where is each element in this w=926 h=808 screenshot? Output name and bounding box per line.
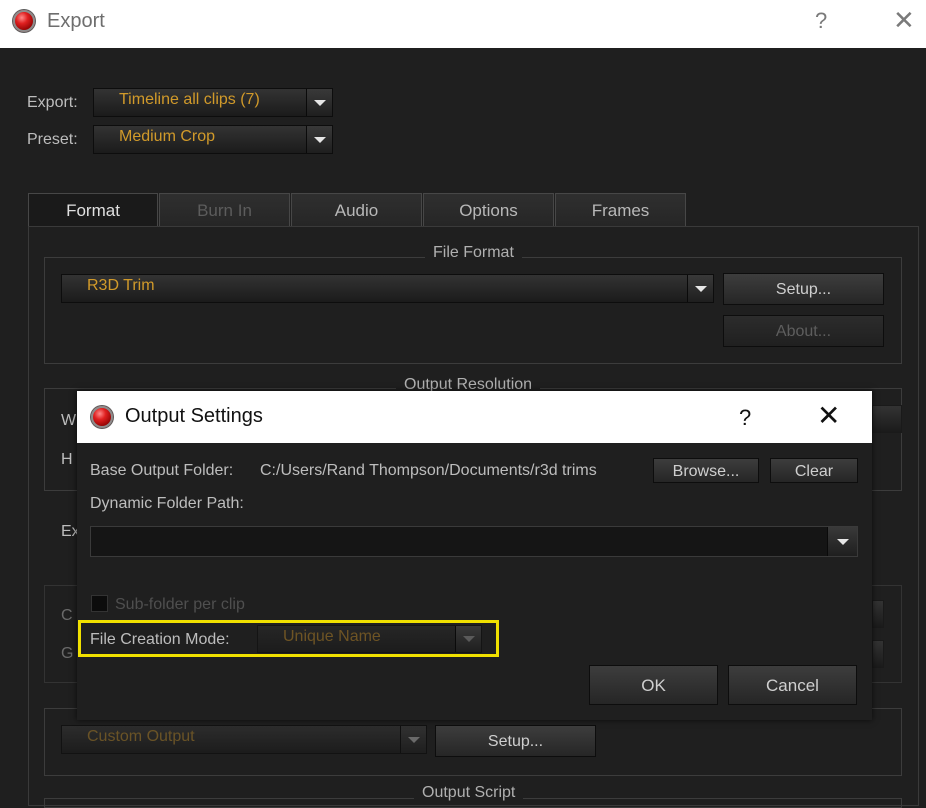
- file-format-setup-button[interactable]: Setup...: [723, 273, 884, 305]
- chevron-down-icon: [407, 736, 420, 743]
- custom-output-value: Custom Output: [87, 728, 195, 745]
- custom-output-dropdown-arrow[interactable]: [400, 726, 426, 753]
- g-dropdown-partial[interactable]: [872, 640, 884, 668]
- export-label: Export:: [27, 94, 78, 111]
- preset-dropdown-arrow[interactable]: [306, 126, 332, 153]
- base-output-folder-label: Base Output Folder:: [90, 462, 234, 479]
- tab-audio[interactable]: Audio: [291, 193, 422, 226]
- tab-frames[interactable]: Frames: [555, 193, 686, 226]
- chevron-down-icon: [462, 636, 475, 642]
- dynamic-folder-path-combo[interactable]: [90, 526, 858, 557]
- file-format-value: R3D Trim: [87, 277, 155, 294]
- subfolder-per-clip-label: Sub-folder per clip: [115, 596, 245, 613]
- output-settings-dialog: Output Settings ? ✕ Base Output Folder: …: [77, 391, 872, 720]
- file-creation-mode-value: Unique Name: [283, 628, 381, 645]
- export-dropdown[interactable]: Timeline all clips (7): [93, 88, 333, 117]
- close-button[interactable]: ✕: [893, 6, 915, 34]
- chevron-down-icon: [313, 99, 326, 106]
- window-titlebar: [0, 0, 926, 48]
- preset-label: Preset:: [27, 131, 78, 148]
- cancel-button[interactable]: Cancel: [728, 665, 857, 705]
- dynamic-folder-path-label: Dynamic Folder Path:: [90, 495, 244, 512]
- file-creation-mode-arrow[interactable]: [455, 626, 481, 652]
- red-logo-icon: [91, 406, 113, 428]
- dialog-titlebar: Output Settings ? ✕: [77, 391, 872, 443]
- preset-dropdown-value: Medium Crop: [119, 128, 216, 145]
- dynamic-folder-path-arrow[interactable]: [827, 527, 857, 556]
- chevron-down-icon: [836, 538, 849, 545]
- file-format-dropdown-arrow[interactable]: [687, 275, 713, 302]
- window-title: Export: [47, 10, 105, 32]
- help-button[interactable]: ?: [815, 8, 827, 34]
- resolution-width-label-partial: W: [61, 412, 77, 429]
- dialog-help-button[interactable]: ?: [739, 405, 751, 431]
- g-label-partial: G: [61, 645, 74, 662]
- file-format-dropdown[interactable]: R3D Trim: [61, 274, 714, 303]
- browse-button[interactable]: Browse...: [653, 458, 759, 483]
- c-dropdown-partial[interactable]: [872, 600, 884, 628]
- chevron-down-icon: [313, 136, 326, 143]
- subfolder-per-clip-checkbox[interactable]: [91, 595, 108, 612]
- preset-dropdown[interactable]: Medium Crop: [93, 125, 333, 154]
- resolution-dropdown-partial[interactable]: [872, 405, 902, 433]
- custom-output-setup-button[interactable]: Setup...: [435, 725, 596, 757]
- file-creation-mode-label: File Creation Mode:: [90, 631, 230, 648]
- dialog-title: Output Settings: [125, 405, 263, 427]
- tab-format[interactable]: Format: [28, 193, 158, 227]
- file-format-about-button[interactable]: About...: [723, 315, 884, 347]
- clear-button[interactable]: Clear: [770, 458, 858, 483]
- tab-options[interactable]: Options: [423, 193, 554, 226]
- export-dropdown-value: Timeline all clips (7): [119, 91, 260, 108]
- resolution-height-label-partial: H: [61, 451, 73, 468]
- dialog-close-button[interactable]: ✕: [817, 401, 840, 431]
- base-output-folder-value: C:/Users/Rand Thompson/Documents/r3d tri…: [260, 462, 597, 479]
- file-creation-mode-dropdown[interactable]: Unique Name: [257, 625, 482, 653]
- tab-burn-in[interactable]: Burn In: [159, 193, 290, 226]
- output-script-group-title: Output Script: [414, 784, 524, 802]
- chevron-down-icon: [694, 285, 707, 292]
- red-logo-icon: [13, 10, 35, 32]
- custom-output-dropdown[interactable]: Custom Output: [61, 725, 427, 754]
- export-dropdown-arrow[interactable]: [306, 89, 332, 116]
- c-label-partial: C: [61, 607, 73, 624]
- ok-button[interactable]: OK: [589, 665, 718, 705]
- file-format-group-title: File Format: [425, 244, 522, 262]
